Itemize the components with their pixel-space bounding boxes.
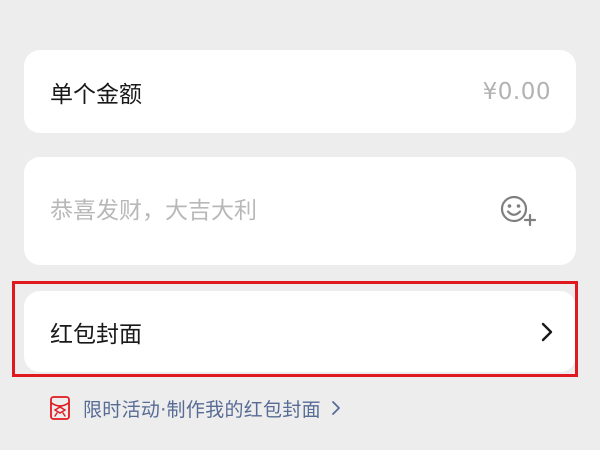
amount-row[interactable]: 单个金额 ¥0.00 (24, 50, 576, 133)
greeting-row[interactable] (24, 157, 576, 265)
promo-link[interactable]: 限时活动·制作我的红包封面 (49, 392, 341, 424)
amount-label: 单个金额 (50, 81, 142, 108)
red-envelope-icon (49, 395, 71, 421)
amount-value[interactable]: ¥0.00 (483, 79, 551, 105)
highlight-annotation-box (12, 281, 578, 377)
emoji-add-icon[interactable] (498, 193, 540, 229)
promo-text: 限时活动·制作我的红包封面 (83, 398, 321, 421)
greeting-input[interactable] (50, 198, 490, 224)
chevron-right-icon (331, 400, 341, 416)
